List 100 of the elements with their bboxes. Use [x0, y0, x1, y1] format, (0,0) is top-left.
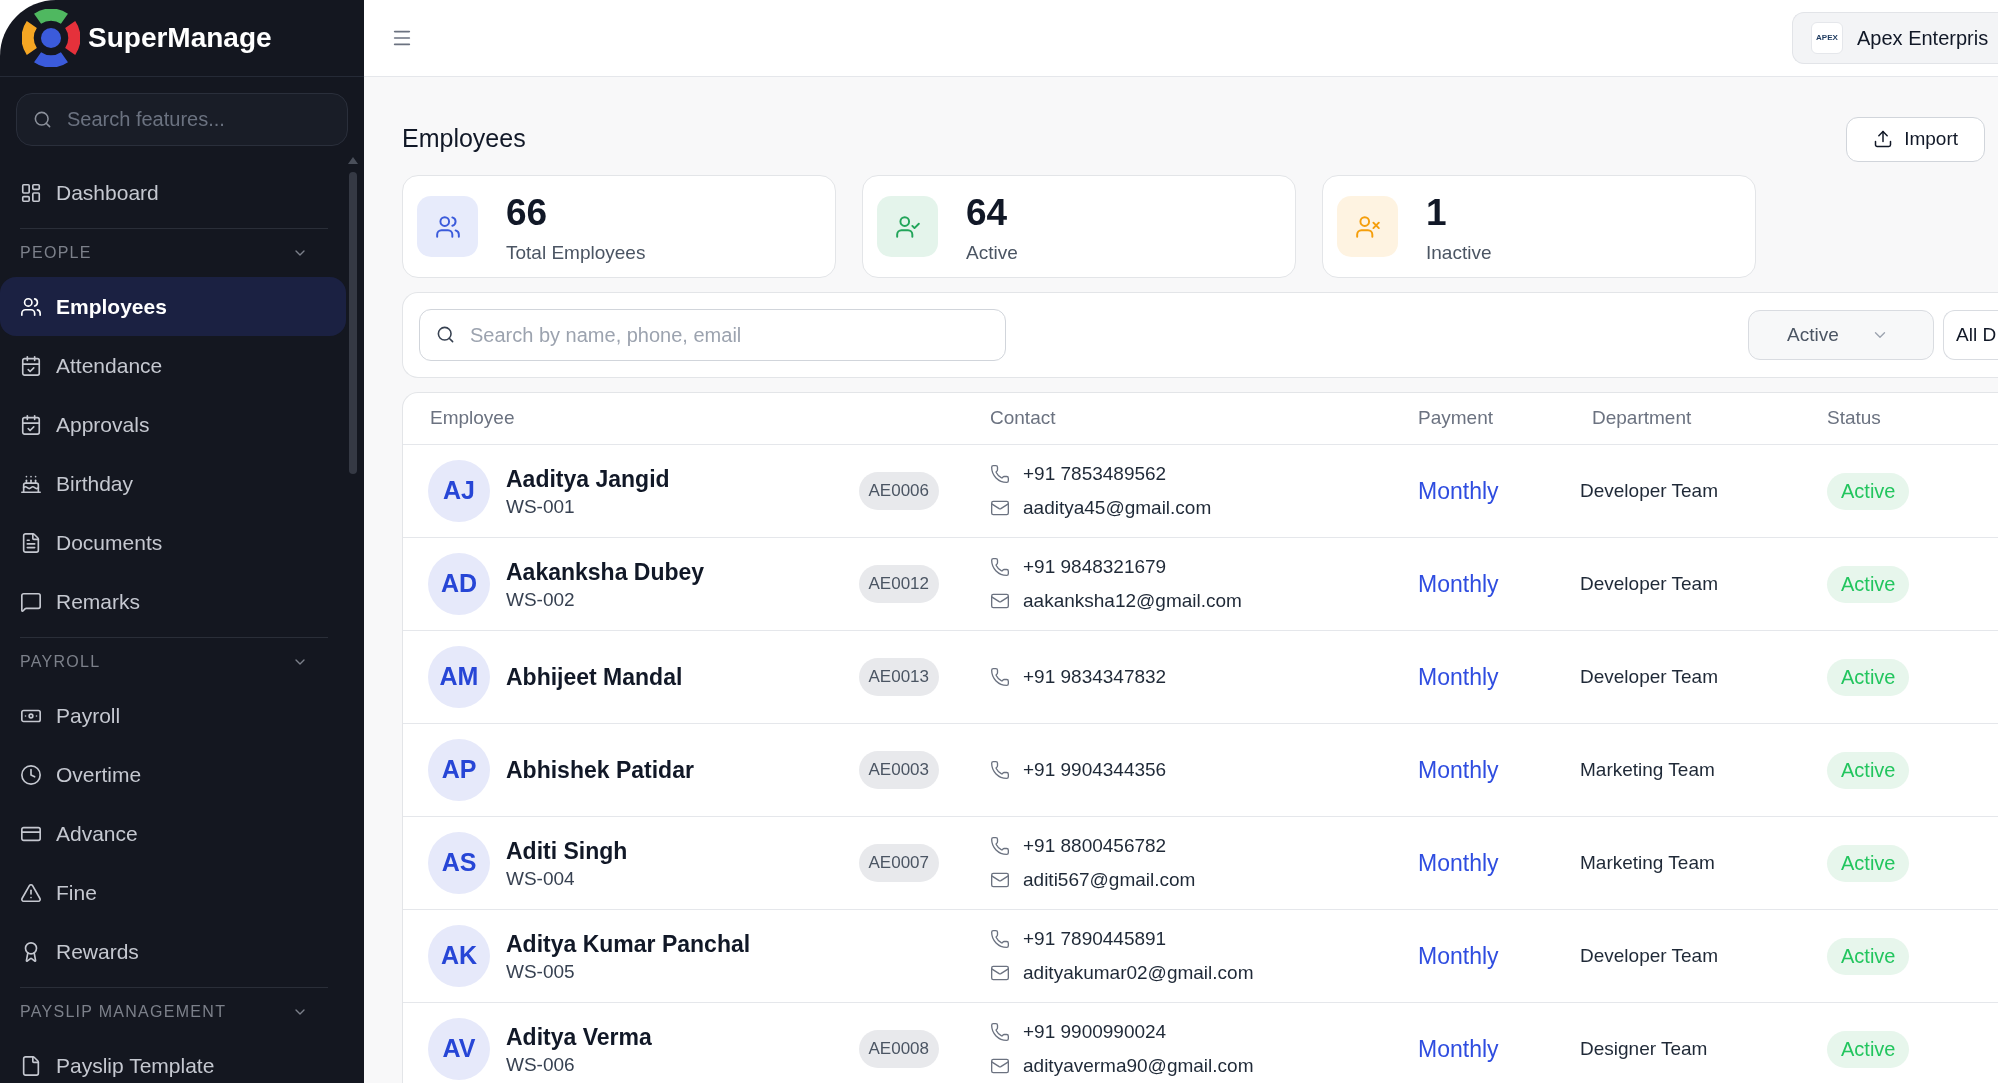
stat-label: Inactive — [1426, 241, 1492, 266]
phone-icon — [990, 557, 1010, 577]
sidebar-item[interactable]: Remarks — [0, 572, 346, 631]
workstation-id: WS-006 — [506, 1052, 575, 1077]
payment-type: Monthly — [1418, 849, 1499, 876]
employee-name: Aaditya Jangid — [506, 464, 670, 494]
employee-code-badge: AE0007 — [858, 844, 939, 882]
column-header: Contact — [990, 407, 1056, 429]
scroll-up-arrow-icon[interactable] — [348, 157, 358, 164]
department-dropdown[interactable]: All D — [1943, 310, 1998, 360]
sidebar-item[interactable]: Approvals — [0, 395, 346, 454]
status-badge: Active — [1827, 658, 1910, 696]
email-address: adityaverma90@gmail.com — [1023, 1054, 1254, 1078]
avatar: AM — [428, 646, 490, 708]
sidebar-item[interactable]: Advance — [0, 804, 346, 863]
phone-icon — [990, 836, 1010, 856]
document-icon — [20, 531, 42, 554]
section-header[interactable]: PAYROLL — [0, 638, 346, 686]
company-switcher[interactable]: APEX Apex Enterpris — [1792, 12, 1998, 64]
stat-value: 1 — [1426, 193, 1447, 234]
email-address: adityakumar02@gmail.com — [1023, 961, 1254, 985]
employee-name: Aditya Verma — [506, 1022, 652, 1052]
stat-value: 64 — [966, 193, 1008, 234]
payment-type: Monthly — [1418, 756, 1499, 783]
employee-code-badge: AE0008 — [858, 1030, 939, 1068]
employee-name: Aakanksha Dubey — [506, 557, 705, 587]
phone-icon — [990, 1022, 1010, 1042]
import-button[interactable]: Import — [1846, 116, 1985, 162]
calendar-check-icon — [20, 413, 42, 436]
employee-code-badge: AE0006 — [858, 472, 939, 510]
phone-number: +91 9904344356 — [1023, 758, 1167, 782]
section-header[interactable]: PAYSLIP MANAGEMENT — [0, 988, 346, 1036]
stat-label: Total Employees — [506, 241, 646, 266]
department-name: Designer Team — [1580, 1037, 1708, 1059]
status-badge: Active — [1827, 1030, 1910, 1068]
phone-icon — [990, 929, 1010, 949]
phone-number: +91 7853489562 — [1023, 462, 1167, 486]
search-icon — [33, 110, 52, 129]
sidebar-item[interactable]: Documents — [0, 513, 346, 572]
sidebar-item[interactable]: Overtime — [0, 745, 346, 804]
employee-name: Abhishek Patidar — [506, 756, 694, 785]
phone-number: +91 9900990024 — [1023, 1020, 1167, 1044]
sidebar-item[interactable]: Payroll — [0, 686, 346, 745]
dashboard-grid-icon — [20, 181, 42, 204]
users-icon — [20, 295, 42, 318]
department-name: Developer Team — [1580, 665, 1718, 687]
column-header: Department — [1592, 407, 1692, 429]
email-address: aaditya45@gmail.com — [1023, 496, 1212, 520]
sidebar-item[interactable]: Employees — [0, 277, 346, 336]
employee-name: Aditi Singh — [506, 836, 628, 866]
brand-name: SuperManage — [88, 21, 272, 55]
avatar: AD — [428, 553, 490, 615]
department-name: Developer Team — [1580, 944, 1718, 966]
ring-logo-icon — [22, 9, 80, 67]
sidebar-item[interactable]: Fine — [0, 863, 346, 922]
stat-value: 66 — [506, 193, 548, 234]
workstation-id: WS-002 — [506, 587, 575, 612]
search-icon — [436, 325, 455, 344]
upload-icon — [1873, 129, 1894, 149]
phone-number: +91 9834347832 — [1023, 665, 1167, 689]
employee-name: Abhijeet Mandal — [506, 663, 683, 692]
status-badge: Active — [1827, 844, 1910, 882]
employee-code-badge: AE0003 — [858, 751, 939, 789]
phone-number: +91 8800456782 — [1023, 834, 1167, 858]
avatar: AV — [428, 1018, 490, 1080]
sidebar-item[interactable]: Payslip Template — [0, 1036, 346, 1083]
warning-icon — [20, 881, 42, 904]
status-dropdown[interactable]: Active — [1748, 310, 1934, 360]
sidebar-item[interactable]: Dashboard — [0, 163, 346, 222]
search-field[interactable]: Search features... — [16, 93, 348, 146]
phone-number: +91 9848321679 — [1023, 555, 1167, 579]
column-header: Status — [1827, 407, 1881, 429]
status-badge: Active — [1827, 937, 1910, 975]
payment-type: Monthly — [1418, 570, 1499, 597]
status-badge: Active — [1827, 472, 1910, 510]
mail-icon — [990, 870, 1010, 890]
payment-type: Monthly — [1418, 942, 1499, 969]
phone-icon — [990, 760, 1010, 780]
status-badge: Active — [1827, 565, 1910, 603]
sidebar-item[interactable]: Birthday — [0, 454, 346, 513]
section-header[interactable]: PEOPLE — [0, 229, 346, 277]
workstation-id: WS-005 — [506, 959, 575, 984]
avatar: AJ — [428, 460, 490, 522]
payment-type: Monthly — [1418, 663, 1499, 690]
mail-icon — [990, 591, 1010, 611]
employee-name: Aditya Kumar Panchal — [506, 929, 751, 959]
sidebar-item[interactable]: Rewards — [0, 922, 346, 981]
workstation-id: WS-004 — [506, 866, 575, 891]
page-title: Employees — [402, 123, 526, 155]
sidebar-item[interactable]: Attendance — [0, 336, 346, 395]
department-name: Developer Team — [1580, 479, 1718, 501]
department-name: Marketing Team — [1580, 851, 1715, 873]
phone-icon — [990, 464, 1010, 484]
email-address: aakanksha12@gmail.com — [1023, 589, 1242, 613]
scrollbar-thumb[interactable] — [349, 172, 357, 474]
email-address: aditi567@gmail.com — [1023, 868, 1196, 892]
mail-icon — [990, 498, 1010, 518]
payment-type: Monthly — [1418, 477, 1499, 504]
column-header: Employee — [430, 407, 515, 429]
mail-icon — [990, 963, 1010, 983]
